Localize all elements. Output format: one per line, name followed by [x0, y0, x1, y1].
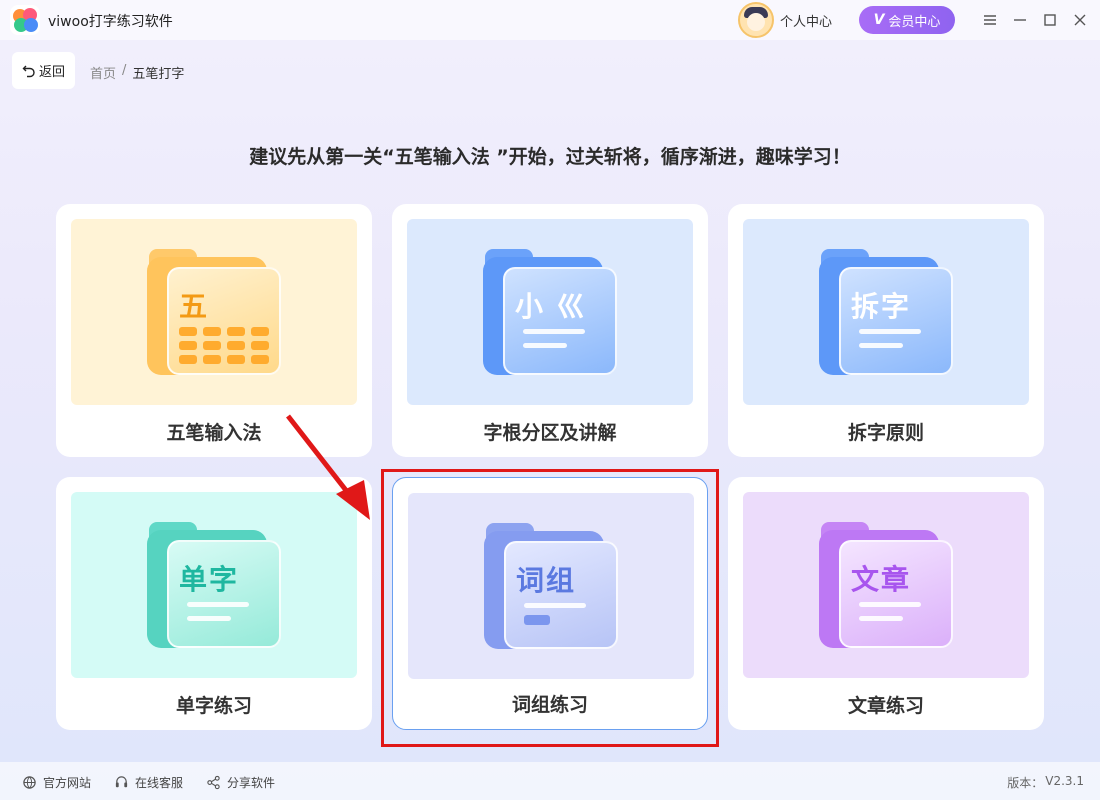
- card-radical-zones[interactable]: 小 巛 字根分区及讲解: [392, 204, 708, 457]
- vip-icon: V: [873, 12, 885, 28]
- headset-icon: [115, 776, 128, 788]
- close-icon[interactable]: [1069, 9, 1091, 31]
- footer: 官方网站 在线客服 分享软件 版本： V2.3.1: [0, 762, 1100, 800]
- vip-center-button[interactable]: V 会员中心: [859, 6, 955, 34]
- page-headline: 建议先从第一关“五笔输入法 ”开始，过关斩将，循序渐进，趣味学习！: [249, 146, 851, 168]
- user-center-link[interactable]: 个人中心: [780, 11, 832, 30]
- breadcrumb: 首页 / 五笔打字: [90, 63, 184, 82]
- official-site-link[interactable]: 官方网站: [22, 774, 91, 791]
- official-site-label: 官方网站: [43, 776, 92, 790]
- highlight-box: [381, 469, 719, 747]
- keyboard-folder-icon: 五: [71, 219, 357, 405]
- card-label: 拆字原则: [847, 422, 924, 444]
- version-info: 版本： V2.3.1: [1007, 774, 1084, 791]
- vip-label: 会员中心: [888, 14, 941, 30]
- breadcrumb-current: 五笔打字: [132, 67, 185, 82]
- card-label: 字根分区及讲解: [483, 422, 617, 444]
- version-label: 版本：: [1007, 776, 1044, 790]
- minimize-icon[interactable]: [1009, 9, 1031, 31]
- breadcrumb-home[interactable]: 首页: [90, 63, 116, 82]
- card-label: 文章练习: [847, 695, 924, 717]
- globe-icon: [23, 776, 36, 789]
- share-software-label: 分享软件: [227, 776, 276, 790]
- back-label: 返回: [38, 65, 65, 80]
- menu-icon[interactable]: [979, 9, 1001, 31]
- card-icon-text: 文章: [851, 563, 912, 596]
- card-label: 单字练习: [175, 695, 252, 717]
- share-software-link[interactable]: 分享软件: [206, 774, 275, 791]
- card-icon-text: 单字: [179, 563, 240, 596]
- card-icon-text: 小 巛: [515, 290, 587, 323]
- online-service-link[interactable]: 在线客服: [114, 774, 183, 791]
- online-service-label: 在线客服: [135, 776, 184, 790]
- avatar[interactable]: [738, 2, 774, 38]
- annotation-arrow-icon: [286, 414, 370, 520]
- split-folder-icon: 拆字: [743, 219, 1029, 405]
- radical-folder-icon: 小 巛: [407, 219, 693, 405]
- card-icon-text: 五: [179, 290, 210, 323]
- card-article[interactable]: 文章 文章练习: [728, 477, 1044, 730]
- app-logo: [10, 5, 40, 35]
- share-icon: [207, 775, 220, 790]
- card-split-rules[interactable]: 拆字 拆字原则: [728, 204, 1044, 457]
- breadcrumb-separator: /: [122, 63, 127, 78]
- article-folder-icon: 文章: [743, 492, 1029, 678]
- maximize-icon[interactable]: [1039, 9, 1061, 31]
- version-value: V2.3.1: [1045, 774, 1084, 788]
- app-title: viwoo打字练习软件: [48, 14, 173, 30]
- back-arrow-icon: [22, 65, 35, 77]
- card-icon-text: 拆字: [851, 290, 912, 323]
- back-button[interactable]: 返回: [12, 52, 75, 89]
- title-bar: viwoo打字练习软件 个人中心 V 会员中心: [0, 0, 1100, 40]
